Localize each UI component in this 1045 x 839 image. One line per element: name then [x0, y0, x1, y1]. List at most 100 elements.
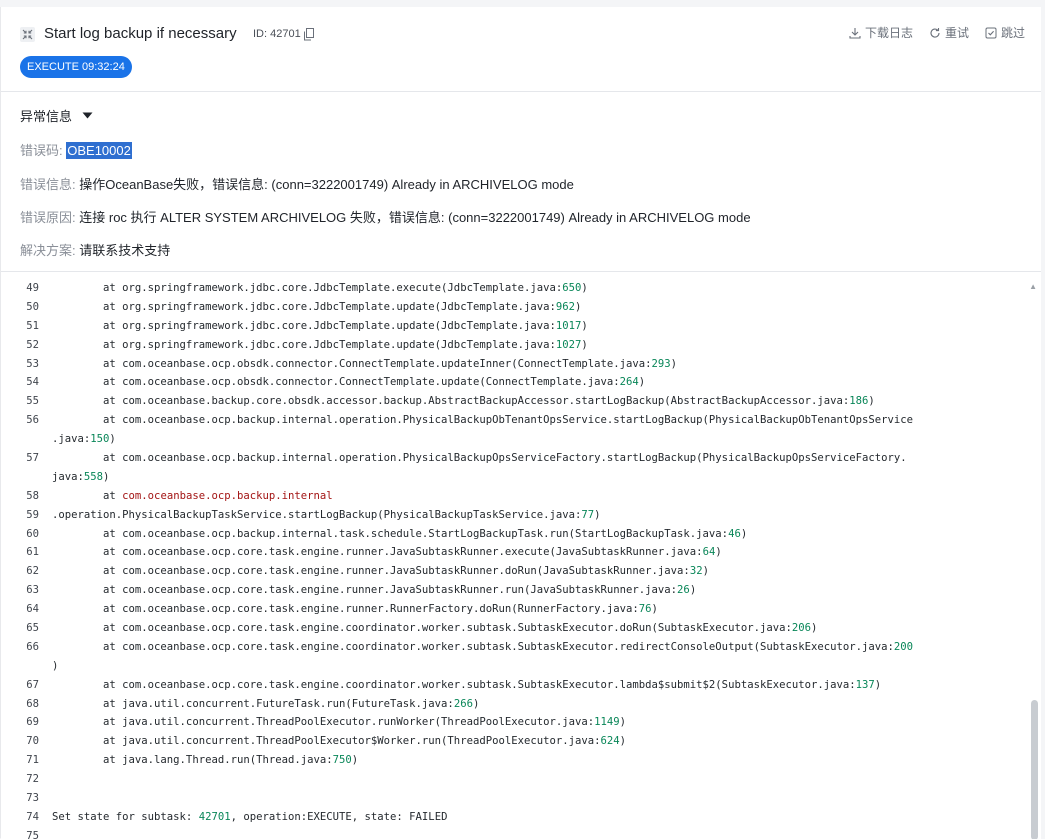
log-line: 67 at com.oceanbase.ocp.core.task.engine… — [1, 676, 1011, 695]
log-line-number: 61 — [26, 546, 39, 559]
log-line: 70 at java.util.concurrent.ThreadPoolExe… — [1, 732, 1011, 751]
log-line-text: at java.util.concurrent.ThreadPoolExecut… — [52, 735, 627, 748]
log-line: 53 at com.oceanbase.ocp.obsdk.connector.… — [1, 355, 1011, 374]
log-line: 52 at org.springframework.jdbc.core.Jdbc… — [1, 336, 1011, 355]
log-line-text: at com.oceanbase.ocp.core.task.engine.co… — [52, 640, 914, 653]
log-line-number: 50 — [26, 300, 39, 313]
log-line-number: 54 — [26, 376, 39, 389]
download-icon — [849, 27, 861, 39]
log-viewer[interactable]: 49 at org.springframework.jdbc.core.Jdbc… — [1, 271, 1041, 839]
log-line-text: at com.oceanbase.ocp.core.task.engine.ru… — [52, 546, 722, 559]
skip-button[interactable]: 跳过 — [985, 24, 1025, 41]
log-line-text: at org.springframework.jdbc.core.JdbcTem… — [52, 282, 588, 294]
log-line-number: 63 — [26, 584, 39, 597]
solution-key: 解决方案: — [20, 243, 76, 258]
log-line-number: 73 — [26, 792, 39, 805]
log-line-text: at java.util.concurrent.ThreadPoolExecut… — [52, 716, 627, 729]
error-cause-row: 错误原因: 连接 roc 执行 ALTER SYSTEM ARCHIVELOG … — [20, 207, 751, 226]
log-line: 58 at com.oceanbase.ocp.backup.internal — [1, 487, 1011, 506]
log-line-text: at java.util.concurrent.FutureTask.run(F… — [52, 697, 480, 710]
skip-label: 跳过 — [1000, 26, 1025, 40]
log-line-number: 64 — [26, 603, 39, 616]
log-line-text: at org.springframework.jdbc.core.JdbcTem… — [52, 338, 588, 351]
download-log-button[interactable]: 下载日志 — [849, 24, 913, 41]
log-line-number: 70 — [26, 735, 39, 748]
log-scrollbar-thumb[interactable] — [1031, 700, 1038, 839]
subtask-title: Start log backup if necessary — [44, 25, 237, 42]
log-line-number: 51 — [26, 319, 39, 332]
log-line-text: at com.oceanbase.ocp.backup.internal.ope… — [52, 452, 907, 465]
log-line-number: 69 — [26, 716, 39, 729]
log-line-text: at com.oceanbase.ocp.backup.internal — [52, 489, 333, 502]
log-line: 66 at com.oceanbase.ocp.core.task.engine… — [1, 638, 1011, 657]
error-message-value: 操作OceanBase失败，错误信息: (conn=3222001749) Al… — [79, 177, 574, 192]
log-line-text: at com.oceanbase.ocp.core.task.engine.co… — [52, 622, 818, 635]
log-line: 68 at java.util.concurrent.FutureTask.ru… — [1, 695, 1011, 714]
log-line-text: at com.oceanbase.ocp.backup.internal.ope… — [52, 414, 914, 427]
log-line-text: at com.oceanbase.ocp.core.task.engine.ru… — [52, 603, 658, 616]
error-cause-key: 错误原因: — [20, 210, 76, 225]
log-line-number: 60 — [26, 527, 39, 540]
copy-icon[interactable] — [303, 28, 315, 41]
log-line-number: 66 — [26, 640, 39, 653]
log-line-number: 53 — [26, 357, 39, 370]
log-line-text: at com.oceanbase.ocp.core.task.engine.co… — [52, 678, 882, 691]
log-line-number: 68 — [26, 697, 39, 710]
log-line: 73 — [1, 789, 1011, 808]
log-line-number: 67 — [26, 678, 39, 691]
error-info-title: 异常信息 — [20, 109, 73, 124]
header-actions: 下载日志 重试 跳过 — [849, 24, 1025, 41]
log-line-number: 55 — [26, 395, 39, 408]
subtask-detail-panel: Start log backup if necessary ID: 42701 … — [0, 7, 1041, 839]
log-line-number: 57 — [26, 452, 39, 465]
log-line-number: 72 — [26, 773, 39, 786]
caret-down-icon — [82, 112, 93, 119]
log-line-text: at com.oceanbase.ocp.backup.internal.tas… — [52, 527, 748, 540]
subtask-header: Start log backup if necessary ID: 42701 … — [1, 7, 1041, 92]
log-line: 49 at org.springframework.jdbc.core.Jdbc… — [1, 279, 1011, 298]
skip-icon — [985, 27, 997, 38]
log-line-text: .operation.PhysicalBackupTaskService.sta… — [52, 508, 601, 521]
previous-panel-strip — [0, 0, 1045, 7]
log-line: 56 at com.oceanbase.ocp.backup.internal.… — [1, 411, 1011, 430]
log-line: 62 at com.oceanbase.ocp.core.task.engine… — [1, 562, 1011, 581]
log-line-text: ) — [52, 659, 59, 672]
log-line: .java:150) — [1, 430, 1011, 449]
log-line-number: 71 — [26, 754, 39, 767]
log-line-text: .java:150) — [52, 433, 116, 446]
log-line: 57 at com.oceanbase.ocp.backup.internal.… — [1, 449, 1011, 468]
log-line-text: at com.oceanbase.backup.core.obsdk.acces… — [52, 395, 875, 408]
log-line: 54 at com.oceanbase.ocp.obsdk.connector.… — [1, 373, 1011, 392]
log-line: 60 at com.oceanbase.ocp.backup.internal.… — [1, 525, 1011, 544]
log-line: 65 at com.oceanbase.ocp.core.task.engine… — [1, 619, 1011, 638]
log-line-text: at com.oceanbase.ocp.obsdk.connector.Con… — [52, 376, 646, 389]
retry-button[interactable]: 重试 — [929, 24, 969, 41]
log-line-text: at org.springframework.jdbc.core.JdbcTem… — [52, 319, 588, 332]
log-line: 74 Set state for subtask: 42701, operatio… — [1, 808, 1011, 827]
log-line-text: at com.oceanbase.ocp.obsdk.connector.Con… — [52, 357, 678, 370]
retry-icon — [930, 27, 940, 38]
log-line: 64 at com.oceanbase.ocp.core.task.engine… — [1, 600, 1011, 619]
log-lines: 49 at org.springframework.jdbc.core.Jdbc… — [1, 279, 1011, 839]
log-line: 55 at com.oceanbase.backup.core.obsdk.ac… — [1, 392, 1011, 411]
error-info-toggle[interactable]: 异常信息 — [20, 106, 93, 125]
log-line: 69 at java.util.concurrent.ThreadPoolExe… — [1, 713, 1011, 732]
log-line-text: Set state for subtask: 42701, operation:… — [52, 810, 448, 823]
log-line: ) — [1, 657, 1011, 676]
log-line: 59 .operation.PhysicalBackupTaskService.s… — [1, 506, 1011, 525]
log-line-text: at com.oceanbase.ocp.core.task.engine.ru… — [52, 565, 709, 578]
solution-value: 请联系技术支持 — [79, 243, 171, 258]
log-line-number: 62 — [26, 565, 39, 578]
log-line: 71 at java.lang.Thread.run(Thread.java:7… — [1, 751, 1011, 770]
error-cause-value: 连接 roc 执行 ALTER SYSTEM ARCHIVELOG 失败，错误信… — [79, 210, 751, 225]
scroll-up-icon[interactable]: ▲ — [1029, 282, 1037, 291]
log-line-number: 58 — [26, 489, 39, 502]
log-line-number: 59 — [26, 508, 39, 521]
log-line: 51 at org.springframework.jdbc.core.Jdbc… — [1, 317, 1011, 336]
error-code-row: 错误码: OBE10002 — [20, 140, 132, 159]
log-line-number: 49 — [26, 282, 39, 294]
collapse-icon[interactable] — [20, 27, 35, 42]
log-line-text: java:558) — [52, 470, 110, 483]
log-line-text: at com.oceanbase.ocp.core.task.engine.ru… — [52, 584, 697, 597]
log-line: 50 at org.springframework.jdbc.core.Jdbc… — [1, 298, 1011, 317]
